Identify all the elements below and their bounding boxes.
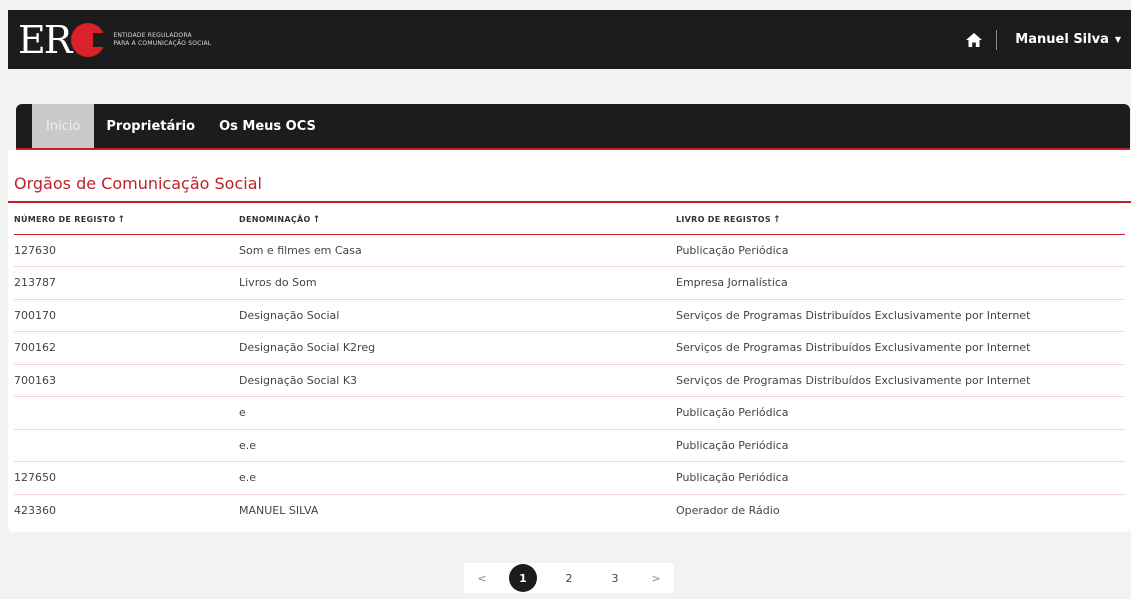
table-row[interactable]: 700162 Designação Social K2reg Serviços de…	[14, 331, 1125, 365]
cell-denominacao: Designação Social	[239, 299, 676, 332]
cell-denominacao: Livros do Som	[239, 266, 676, 300]
cell-denominacao: MANUEL SILVA	[239, 504, 319, 517]
table-row[interactable]: 127650 e.e Publicação Periódica	[14, 461, 1125, 495]
logo-letters: ER	[18, 17, 72, 62]
cell-livro: Serviços de Programas Distribuídos Exclu…	[676, 331, 1125, 365]
column-header-livro[interactable]: LIVRO DE REGISTOS ↑	[676, 206, 1125, 235]
pagination-prev-button[interactable]: <	[464, 563, 500, 593]
table-row[interactable]: 213787 Livros do Som Empresa Jornalística	[14, 266, 1125, 300]
cell-livro: Publicação Periódica	[676, 429, 1125, 462]
sort-up-icon: ↑	[117, 214, 126, 225]
user-menu[interactable]: Manuel Silva ▼	[1015, 32, 1121, 47]
cell-numero: 127630	[14, 234, 239, 267]
pagination: < 1 2 3 >	[464, 563, 674, 593]
user-name: Manuel Silva	[1015, 32, 1109, 47]
table-header-row: NÚMERO DE REGISTO ↑ DENOMINAÇÃO ↑ LIVRO DE…	[14, 206, 1125, 235]
main-nav: Início Proprietário Os Meus OCS	[16, 104, 1130, 150]
cell-numero: 213787	[14, 266, 239, 300]
table-row[interactable]: 700163 Designação Social K3 Serviços de Pr…	[14, 364, 1125, 397]
cell-denominacao: e.e	[239, 461, 676, 495]
pagination-next-button[interactable]: >	[638, 563, 674, 593]
sort-up-icon: ↑	[772, 214, 781, 225]
cell-denominacao: Som e filmes em Casa	[239, 234, 676, 267]
header-actions: Manuel Silva ▼	[966, 29, 1121, 50]
logo-text-line2: para a Comunicação Social	[113, 39, 212, 47]
caret-down-icon: ▼	[1114, 35, 1121, 44]
column-header-denominacao[interactable]: DENOMINAÇÃO ↑	[239, 206, 676, 235]
cell-numero: 700163	[14, 364, 239, 397]
table-row[interactable]: e.e Publicação Periódica	[14, 429, 1125, 462]
cell-numero: 127650	[14, 461, 239, 495]
top-header: ER Entidade Reguladora para a Comunicaçã…	[8, 10, 1131, 69]
logo-text-line1: Entidade Reguladora	[113, 31, 192, 39]
cell-denominacao: Designação Social K2reg	[239, 331, 676, 365]
logo-text: Entidade Reguladora para a Comunicação S…	[113, 32, 211, 48]
cell-numero: 700170	[14, 299, 239, 332]
nav-item-meus-ocs[interactable]: Os Meus OCS	[207, 104, 328, 148]
table-row[interactable]: 700170 Designação Social Serviços de Progr…	[14, 299, 1125, 332]
page-1-button[interactable]: 1	[500, 563, 546, 593]
logo-mark: ER	[18, 17, 108, 62]
erc-logo[interactable]: ER Entidade Reguladora para a Comunicaçã…	[18, 21, 211, 59]
cell-numero: 700162	[14, 331, 239, 365]
header-separator	[996, 29, 998, 50]
cell-denominacao: Designação Social K3	[239, 364, 676, 397]
column-header-numero[interactable]: NÚMERO DE REGISTO ↑	[14, 206, 239, 235]
cell-numero: 423360	[14, 504, 56, 517]
table-row[interactable]: e Publicação Periódica	[14, 396, 1125, 430]
nav-item-proprietario[interactable]: Proprietário	[94, 104, 207, 148]
cell-livro: Publicação Periódica	[676, 396, 1125, 430]
home-icon[interactable]	[966, 32, 983, 47]
cell-livro: Empresa Jornalística	[676, 266, 1125, 300]
title-divider	[8, 201, 1131, 203]
cell-numero	[14, 429, 239, 462]
cell-livro: Publicação Periódica	[676, 234, 1125, 267]
table-row[interactable]: 423360 MANUEL SILVA Operador de Rádio	[14, 494, 1125, 527]
cell-livro: Serviços de Programas Distribuídos Exclu…	[676, 299, 1125, 332]
nav-item-inicio[interactable]: Início	[32, 104, 95, 148]
cell-numero	[14, 396, 239, 430]
column-label: LIVRO DE REGISTOS	[676, 214, 771, 224]
cell-denominacao: e.e	[239, 429, 676, 462]
content-panel: Orgãos de Comunicação Social NÚMERO DE R…	[8, 150, 1131, 532]
cell-livro: Serviços de Programas Distribuídos Exclu…	[676, 364, 1125, 397]
page-3-button[interactable]: 3	[592, 563, 638, 593]
cell-livro: Operador de Rádio	[676, 504, 780, 517]
logo-c-shape	[71, 22, 108, 57]
column-label: DENOMINAÇÃO	[239, 214, 311, 224]
section-title: Orgãos de Comunicação Social	[14, 174, 262, 193]
column-label: NÚMERO DE REGISTO	[14, 214, 116, 224]
table-body: 127630 Som e filmes em Casa Publicação Per…	[14, 234, 1125, 527]
cell-denominacao: e	[239, 396, 676, 430]
cell-livro: Publicação Periódica	[676, 461, 1125, 495]
ocs-table: NÚMERO DE REGISTO ↑ DENOMINAÇÃO ↑ LIVRO DE…	[14, 206, 1125, 527]
table-row[interactable]: 127630 Som e filmes em Casa Publicação Per…	[14, 234, 1125, 267]
sort-up-icon: ↑	[312, 214, 321, 225]
page-number: 1	[509, 564, 537, 592]
page-2-button[interactable]: 2	[546, 563, 592, 593]
